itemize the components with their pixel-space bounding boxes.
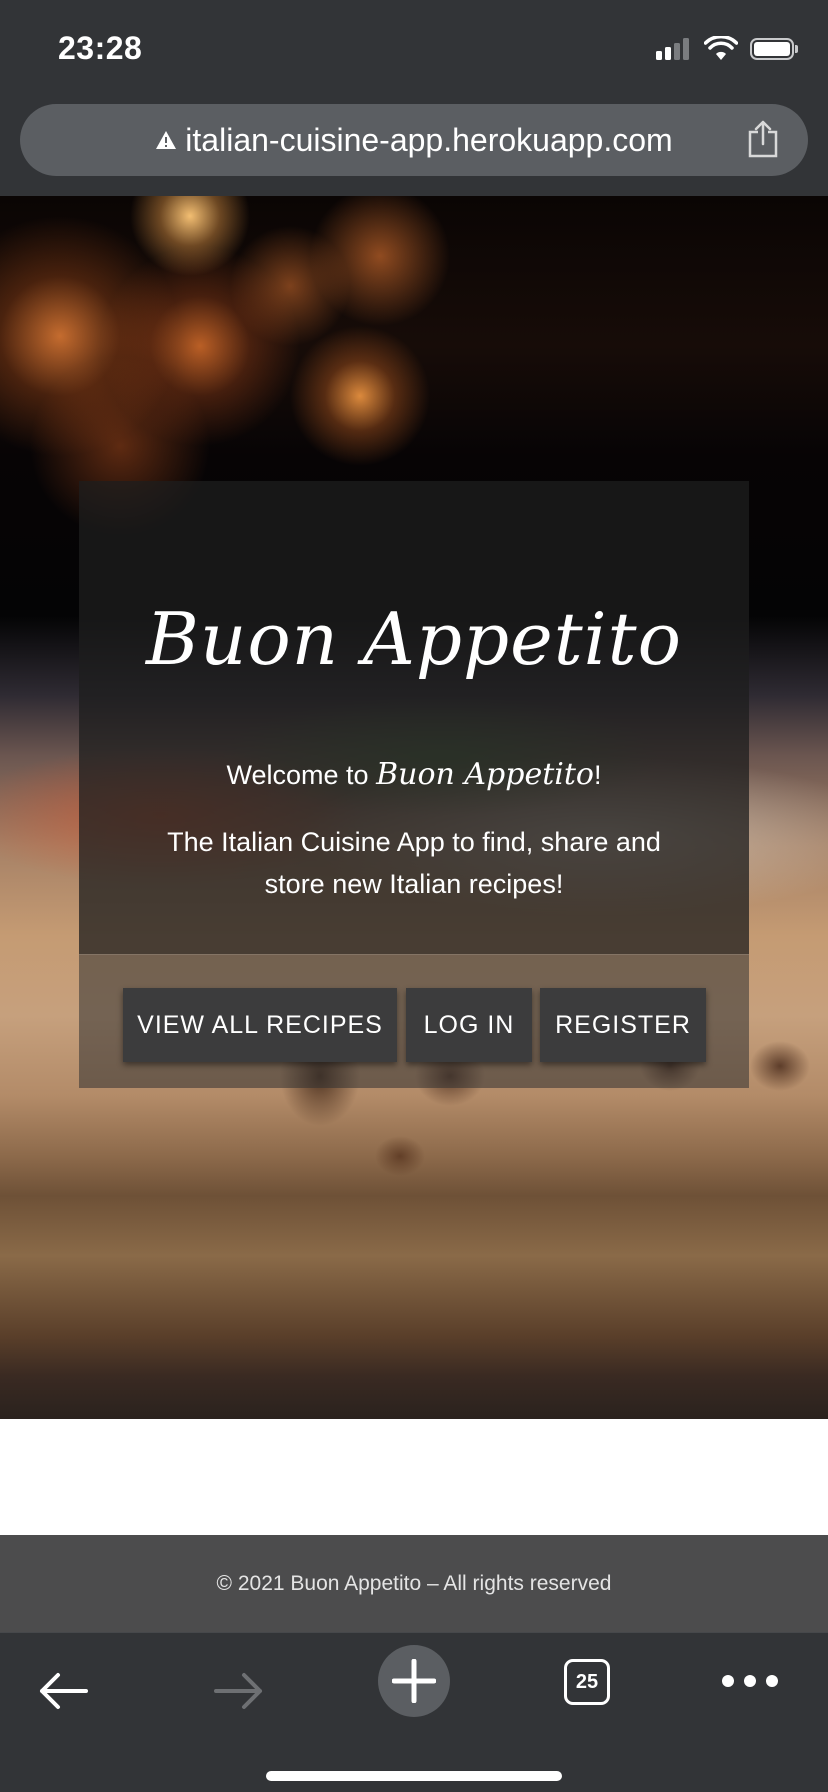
new-tab-button[interactable] [378,1645,450,1717]
app-description: The Italian Cuisine App to find, share a… [167,827,661,899]
welcome-brand: Buon Appetito [376,757,594,792]
welcome-prefix: Welcome to [226,760,377,790]
home-indicator [266,1771,562,1781]
copyright-text: © 2021 Buon Appetito – All rights reserv… [216,1572,612,1595]
plus-icon [392,1659,436,1703]
cellular-signal-icon [656,38,692,60]
status-icons [656,36,798,62]
tabs-icon[interactable]: 25 [564,1659,610,1705]
card-content: Buon Appetito Welcome to Buon Appetito! … [79,481,749,954]
status-time: 23:28 [58,30,143,66]
battery-icon [750,38,798,60]
footer: © 2021 Buon Appetito – All rights reserv… [0,1535,828,1632]
more-dots-icon[interactable] [718,1669,782,1693]
address-bar[interactable]: italian-cuisine-app.herokuapp.com [20,104,808,176]
browser-address-area: italian-cuisine-app.herokuapp.com [0,97,828,196]
hero-card: Buon Appetito Welcome to Buon Appetito! … [79,481,749,1088]
welcome-suffix: ! [593,760,602,790]
register-button[interactable]: REGISTER [540,988,706,1062]
url-text: italian-cuisine-app.herokuapp.com [185,121,673,158]
status-bar: 23:28 [0,0,828,97]
page-title: Buon Appetito [146,597,682,681]
hero-background-image: Buon Appetito Welcome to Buon Appetito! … [0,196,828,1419]
back-arrow-icon[interactable] [36,1663,92,1719]
log-in-button[interactable]: LOG IN [406,988,532,1062]
warning-icon [156,131,177,149]
wifi-icon [704,36,738,60]
address-content: italian-cuisine-app.herokuapp.com [20,104,808,176]
browser-toolbar: 25 [0,1632,828,1792]
view-all-recipes-button[interactable]: VIEW ALL RECIPES [123,988,397,1062]
welcome-line: Welcome to Buon Appetito! [79,757,749,792]
forward-arrow-icon[interactable] [210,1663,266,1719]
share-icon[interactable] [746,120,780,158]
